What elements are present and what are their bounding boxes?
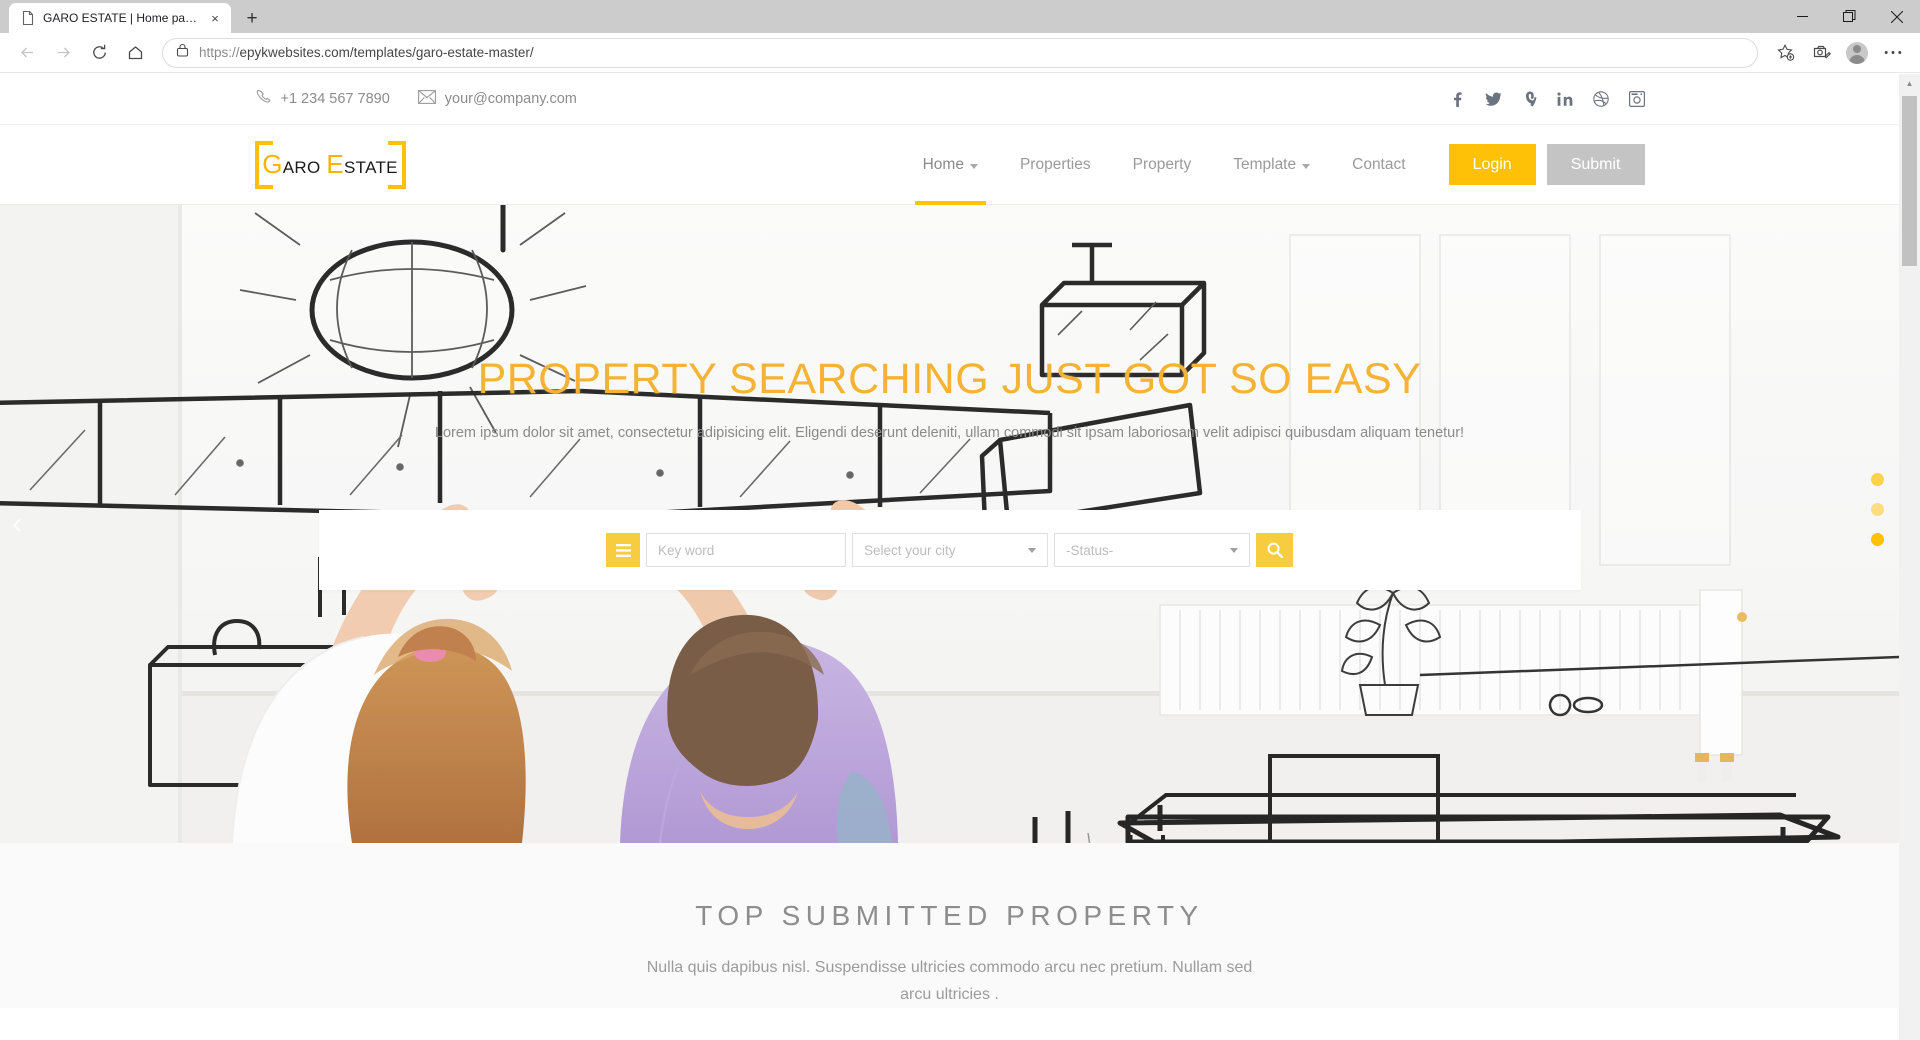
nav-label-contact: Contact	[1352, 155, 1406, 173]
submit-button[interactable]: Submit	[1546, 144, 1645, 185]
slider-dot-3[interactable]	[1871, 533, 1884, 546]
nav-label-home: Home	[922, 155, 964, 173]
dribbble-icon[interactable]	[1592, 91, 1609, 107]
new-tab-button[interactable]: +	[237, 4, 267, 32]
facebook-icon[interactable]	[1449, 91, 1465, 107]
search-button[interactable]	[1256, 533, 1293, 567]
page-viewport: +1 234 567 7890 your@company.com GARO ES…	[0, 74, 1920, 1040]
section-subtitle: Nulla quis dapibus nisl. Suspendisse ult…	[646, 959, 1253, 1004]
minimize-button[interactable]	[1779, 0, 1826, 33]
website-content: +1 234 567 7890 your@company.com GARO ES…	[0, 74, 1899, 1009]
hero-subtitle: Lorem ipsum dolor sit amet, consectetur …	[434, 425, 1465, 441]
logo-text: GARO ESTATE	[262, 149, 398, 180]
browser-tab[interactable]: GARO ESTATE | Home page ×	[9, 3, 231, 33]
url-path: epykwebsites.com/templates/garo-estate-m…	[239, 45, 534, 60]
close-tab-icon[interactable]: ×	[205, 8, 225, 28]
hero-overlay: PROPERTY SEARCHING JUST GOT SO EASY Lore…	[0, 205, 1899, 843]
status-select[interactable]: -Status-	[1054, 533, 1250, 567]
page-icon	[20, 10, 36, 26]
email-contact[interactable]: your@company.com	[417, 89, 577, 109]
nav-item-home[interactable]: Home	[902, 124, 999, 206]
add-favorite-icon[interactable]	[1768, 36, 1802, 70]
slider-dot-2[interactable]	[1871, 503, 1884, 516]
site-header: GARO ESTATE Home Properties Property Tem…	[0, 124, 1899, 206]
property-search-bar: Key word Select your city -Status-	[318, 510, 1581, 590]
window-controls	[1779, 0, 1920, 33]
social-links	[1449, 91, 1645, 107]
vine-icon[interactable]	[1522, 91, 1537, 107]
logo-e: E	[326, 149, 345, 179]
nav-label-template: Template	[1233, 155, 1297, 173]
phone-icon	[255, 88, 272, 110]
url-scheme: https://	[199, 45, 240, 60]
top-submitted-property-section: TOP SUBMITTED PROPERTY Nulla quis dapibu…	[0, 843, 1899, 1009]
linkedin-icon[interactable]	[1556, 91, 1573, 107]
browser-window: GARO ESTATE | Home page × + https://epyk…	[0, 0, 1920, 1040]
search-input-placeholder: Key word	[658, 542, 715, 558]
forward-arrow-icon[interactable]	[46, 36, 80, 70]
hamburger-icon[interactable]	[606, 533, 640, 567]
phone-contact[interactable]: +1 234 567 7890	[255, 88, 390, 110]
settings-and-more-icon[interactable]	[1876, 36, 1910, 70]
chevron-down-icon	[1028, 547, 1036, 553]
logo-bracket-left	[254, 140, 273, 189]
chevron-down-icon	[969, 163, 978, 169]
nav-label-property: Property	[1132, 155, 1192, 173]
scrollbar-thumb[interactable]	[1902, 96, 1917, 266]
site-logo[interactable]: GARO ESTATE	[254, 140, 406, 189]
section-title: TOP SUBMITTED PROPERTY	[695, 900, 1204, 931]
page-scrollbar[interactable]: ▲	[1899, 74, 1920, 1040]
nav-label-properties: Properties	[1019, 155, 1091, 173]
email-address: your@company.com	[444, 91, 577, 107]
search-input[interactable]: Key word	[646, 533, 846, 567]
slider-dot-1[interactable]	[1871, 473, 1884, 486]
nav-item-contact[interactable]: Contact	[1331, 124, 1426, 205]
nav-item-property[interactable]: Property	[1112, 124, 1213, 205]
chevron-down-icon	[1230, 547, 1238, 553]
slider-dots	[1871, 473, 1884, 546]
profile-avatar[interactable]	[1840, 36, 1874, 70]
address-bar[interactable]: https://epykwebsites.com/templates/garo-…	[162, 37, 1758, 68]
maximize-button[interactable]	[1826, 0, 1873, 33]
tab-strip: GARO ESTATE | Home page × +	[0, 0, 1920, 33]
hero-title: PROPERTY SEARCHING JUST GOT SO EASY	[477, 355, 1422, 403]
tab-title: GARO ESTATE | Home page	[43, 11, 198, 25]
main-navigation: Home Properties Property Template Contac…	[902, 124, 1645, 206]
site-topbar: +1 234 567 7890 your@company.com	[0, 74, 1899, 124]
header-buttons: Login Submit	[1448, 144, 1645, 185]
back-arrow-icon[interactable]	[10, 36, 44, 70]
logo-bracket-right	[387, 140, 406, 189]
browser-toolbar: https://epykwebsites.com/templates/garo-…	[0, 33, 1920, 73]
logo-aro: ARO	[282, 158, 321, 177]
lock-icon	[176, 43, 189, 62]
nav-item-template[interactable]: Template	[1212, 124, 1331, 205]
city-select[interactable]: Select your city	[852, 533, 1048, 567]
contact-group: +1 234 567 7890 your@company.com	[255, 88, 577, 110]
home-icon[interactable]	[118, 36, 152, 70]
close-window-button[interactable]	[1873, 0, 1920, 33]
collections-icon[interactable]	[1804, 36, 1838, 70]
instagram-icon[interactable]	[1628, 91, 1645, 107]
scroll-up-arrow[interactable]: ▲	[1899, 74, 1920, 93]
twitter-icon[interactable]	[1485, 91, 1502, 107]
status-select-value: -Status-	[1066, 542, 1114, 558]
reload-icon[interactable]	[82, 36, 116, 70]
chevron-down-icon	[1302, 163, 1311, 169]
hero-slider: PROPERTY SEARCHING JUST GOT SO EASY Lore…	[0, 205, 1899, 843]
nav-item-properties[interactable]: Properties	[999, 124, 1112, 205]
envelope-icon	[417, 89, 436, 109]
slider-prev-arrow[interactable]: ‹	[12, 509, 22, 539]
login-button[interactable]: Login	[1448, 144, 1536, 185]
url-text: https://epykwebsites.com/templates/garo-…	[199, 45, 534, 60]
city-select-value: Select your city	[864, 542, 956, 558]
phone-number: +1 234 567 7890	[280, 91, 390, 107]
